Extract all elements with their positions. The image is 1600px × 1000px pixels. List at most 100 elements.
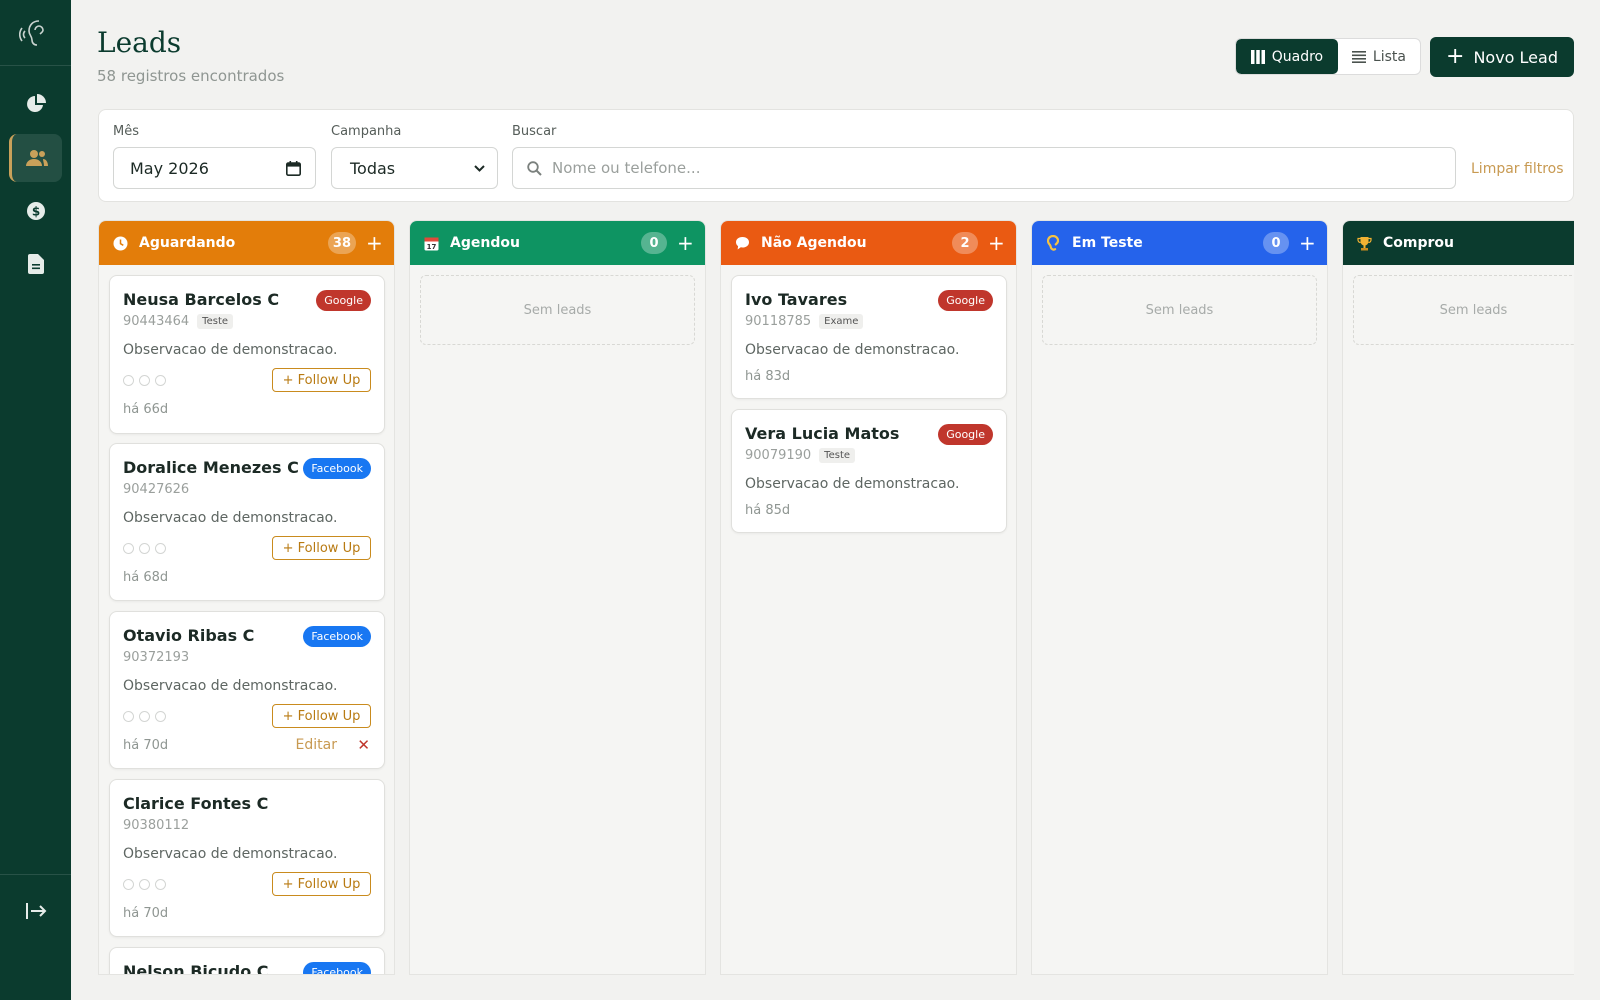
logout-button[interactable] — [22, 899, 50, 923]
month-input[interactable]: May 2026 — [113, 147, 316, 189]
column-agendou: 17 Agendou 0 + Sem leads — [409, 220, 706, 975]
calendar-icon: 17 — [422, 234, 440, 252]
view-toggle: Quadro Lista — [1235, 38, 1421, 75]
nav-dashboard[interactable] — [9, 80, 62, 128]
column-title: Em Teste — [1072, 235, 1143, 251]
lead-phone: 90427626 — [123, 482, 190, 497]
lead-observation: Observacao de demonstracao. — [123, 510, 338, 526]
speech-bubble-icon — [733, 234, 751, 252]
trophy-icon — [1355, 234, 1373, 252]
lead-card[interactable]: Nelson Bicudo C Facebook — [109, 947, 385, 974]
lead-phone: 90443464 — [123, 314, 190, 329]
sidebar: $ — [0, 0, 71, 1000]
month-value: May 2026 — [130, 158, 209, 178]
lead-phone-row: 90079190 Teste — [745, 448, 856, 463]
edit-button[interactable]: Editar — [296, 737, 337, 753]
empty-state: Sem leads — [420, 275, 695, 345]
chevron-down-icon — [474, 164, 485, 172]
lead-observation: Observacao de demonstracao. — [123, 342, 338, 358]
lead-phone: 90372193 — [123, 650, 190, 665]
column-aguardando: Aguardando 38 + Neusa Barcelos C Google … — [98, 220, 395, 975]
column-header: 17 Agendou 0 + — [410, 221, 705, 265]
lead-card[interactable]: Ivo Tavares Google 90118785 Exame Observ… — [731, 275, 1007, 399]
lead-card[interactable]: Vera Lucia Matos Google 90079190 Teste O… — [731, 409, 1007, 533]
lead-phone: 90118785 — [745, 314, 812, 329]
lead-name: Vera Lucia Matos — [745, 424, 900, 443]
lead-age: há 85d — [745, 503, 791, 518]
column-title: Não Agendou — [761, 235, 867, 251]
users-icon — [26, 150, 48, 166]
columns-icon — [1250, 49, 1265, 64]
add-lead-button[interactable]: + — [366, 231, 383, 255]
lead-observation: Observacao de demonstracao. — [745, 476, 960, 492]
lead-age: há 83d — [745, 369, 791, 384]
list-view-button[interactable]: Lista — [1338, 39, 1420, 74]
lead-card[interactable]: Otavio Ribas C Facebook 90372193 Observa… — [109, 611, 385, 769]
column-title: Agendou — [450, 235, 520, 251]
source-badge: Google — [938, 424, 993, 445]
dollar-icon: $ — [26, 202, 45, 220]
add-lead-button[interactable]: + — [677, 231, 694, 255]
column-count: 0 — [1263, 232, 1289, 254]
ear-icon — [1044, 234, 1062, 252]
column-count: 2 — [952, 232, 978, 254]
clock-icon — [111, 234, 129, 252]
delete-icon[interactable]: ✕ — [357, 736, 370, 754]
new-lead-label: Novo Lead — [1473, 47, 1558, 67]
campaign-label: Campanha — [331, 124, 402, 139]
lead-tag: Teste — [197, 314, 234, 329]
nav-reports[interactable] — [9, 240, 62, 288]
follow-up-dots — [123, 711, 166, 722]
nav-finance[interactable]: $ — [9, 187, 62, 235]
lead-card[interactable]: Neusa Barcelos C Google 90443464 Teste O… — [109, 275, 385, 434]
month-label: Mês — [113, 124, 139, 139]
column-header: Comprou — [1343, 221, 1574, 265]
follow-up-dots — [123, 879, 166, 890]
follow-up-button[interactable]: + Follow Up — [272, 872, 371, 896]
clear-filters-link[interactable]: Limpar filtros — [1471, 161, 1564, 177]
lead-phone-row: 90380112 — [123, 818, 189, 833]
lead-age: há 68d — [123, 570, 169, 585]
lead-name: Clarice Fontes C — [123, 794, 269, 813]
source-badge: Google — [938, 290, 993, 311]
source-badge: Facebook — [303, 458, 371, 479]
lead-phone-row: 90118785 Exame — [745, 314, 864, 329]
column-header: Aguardando 38 + — [99, 221, 394, 265]
lead-name: Neusa Barcelos C — [123, 290, 280, 309]
calendar-icon — [286, 160, 301, 176]
new-lead-button[interactable]: + Novo Lead — [1430, 37, 1574, 77]
lead-phone-row: 90372193 — [123, 650, 189, 665]
lead-observation: Observacao de demonstracao. — [123, 846, 338, 862]
lead-card[interactable]: Clarice Fontes C 90380112 Observacao de … — [109, 779, 385, 937]
chart-icon — [26, 94, 46, 112]
column-title: Aguardando — [139, 235, 236, 251]
lead-observation: Observacao de demonstracao. — [123, 678, 338, 694]
lead-phone-row: 90443464 Teste — [123, 314, 234, 329]
empty-state: Sem leads — [1042, 275, 1317, 345]
list-icon — [1351, 50, 1366, 63]
lead-age: há 70d — [123, 906, 169, 921]
lead-tag: Exame — [819, 314, 864, 329]
board-view-button[interactable]: Quadro — [1236, 39, 1338, 74]
plus-icon: + — [1446, 44, 1465, 69]
search-label: Buscar — [512, 124, 557, 139]
column-em-teste: Em Teste 0 + Sem leads — [1031, 220, 1328, 975]
nav-leads[interactable] — [9, 134, 62, 182]
campaign-select[interactable]: Todas — [331, 147, 498, 189]
search-input[interactable]: Nome ou telefone... — [512, 147, 1456, 189]
add-lead-button[interactable]: + — [988, 231, 1005, 255]
logo-icon[interactable] — [0, 0, 71, 66]
page-title: Leads — [97, 26, 182, 59]
svg-text:$: $ — [31, 205, 39, 219]
follow-up-button[interactable]: + Follow Up — [272, 368, 371, 392]
lead-tag: Teste — [819, 448, 856, 463]
lead-phone: 90079190 — [745, 448, 812, 463]
lead-name: Ivo Tavares — [745, 290, 848, 309]
add-lead-button[interactable]: + — [1299, 231, 1316, 255]
column-nao-agendou: Não Agendou 2 + Ivo Tavares Google 90118… — [720, 220, 1017, 975]
follow-up-button[interactable]: + Follow Up — [272, 704, 371, 728]
lead-card[interactable]: Doralice Menezes C Facebook 90427626 Obs… — [109, 443, 385, 601]
follow-up-button[interactable]: + Follow Up — [272, 536, 371, 560]
logout-icon — [26, 903, 47, 919]
follow-up-dots — [123, 543, 166, 554]
